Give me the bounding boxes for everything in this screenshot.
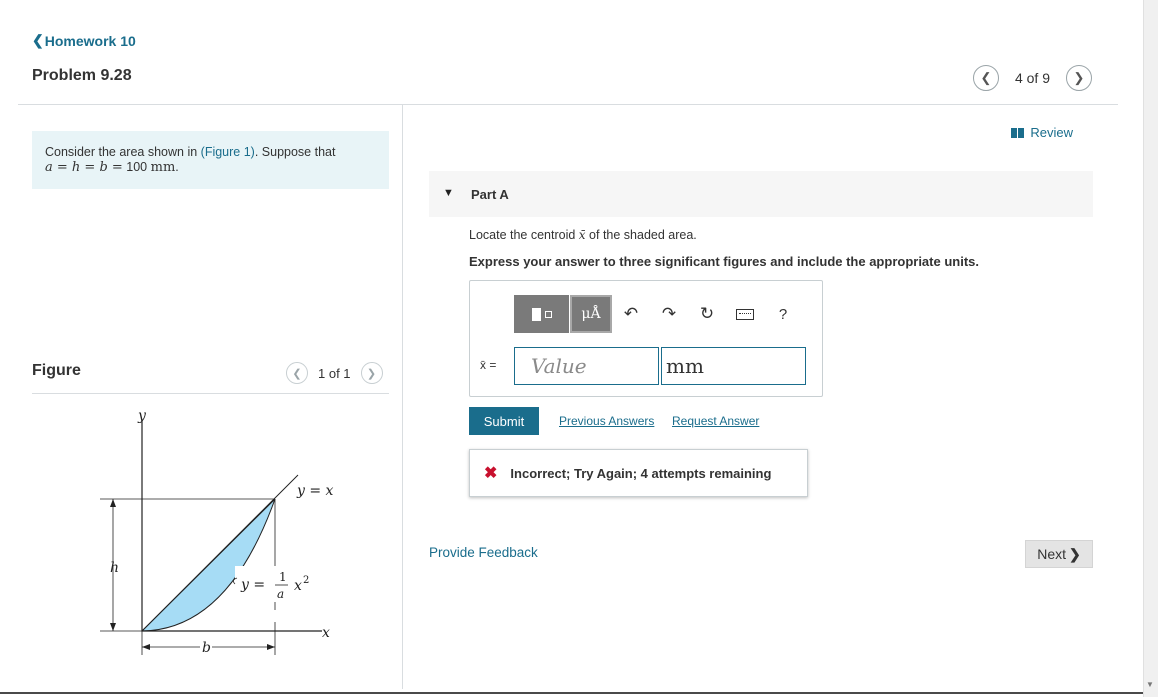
pager-text: 4 of 9 [1014,70,1050,86]
chevron-left-icon: ❮ [980,70,992,85]
column-divider [402,104,403,689]
figure-divider [32,393,389,394]
scrollbar[interactable] [1143,0,1158,697]
book-icon [1011,127,1025,138]
previous-answers-link[interactable]: Previous Answers [559,414,654,428]
undo-icon[interactable]: ↶ [612,295,650,333]
chevron-left-icon: ❮ [292,367,302,380]
bottom-border [0,692,1143,694]
equation-unit: mm [150,160,176,175]
chevron-left-icon: ❮ [32,32,44,48]
feedback-text: Incorrect; Try Again; 4 attempts remaini… [510,465,772,481]
back-link-label: Homework 10 [44,32,136,49]
y-axis-label: y [137,408,147,424]
question-var: x̄ [578,228,586,242]
provide-feedback-link[interactable]: Provide Feedback [429,545,538,560]
value-input[interactable] [514,347,659,385]
part-a-header[interactable] [429,171,1093,217]
help-button[interactable]: ? [764,295,802,333]
x-axis-label: x [322,625,330,641]
chevron-right-icon: ❯ [1069,545,1081,562]
question-after: of the shaded area. [585,228,697,242]
unit-input[interactable] [661,347,806,385]
line-equation-label: y = x [296,483,334,499]
equation-value: 100 [126,160,148,174]
problem-pager: ❮ 4 of 9 ❯ [972,65,1092,91]
curve-equation-x: x [294,578,302,594]
scroll-down-icon[interactable]: ▼ [1146,680,1154,689]
figure-pager: ❮ 1 of 1 ❯ [286,362,383,384]
part-a-label: Part A [471,187,509,202]
figure-link[interactable]: (Figure 1) [201,145,255,159]
question-before: Locate the centroid [469,228,579,242]
figure-pager-text: 1 of 1 [318,365,351,381]
statement-text: Consider the area shown in [45,145,201,159]
question-text: Locate the centroid x̄ of the shaded are… [469,228,697,242]
curve-equation-num: 1 [279,570,287,584]
math-toolbar: μÅ ↶ ↷ ↻ ? [514,295,802,333]
submit-button[interactable]: Submit [469,407,539,435]
reset-icon[interactable]: ↻ [688,295,726,333]
problem-title: Problem 9.28 [32,67,132,84]
keyboard-icon [736,308,754,320]
statement-text-after: . Suppose that [254,145,336,159]
redo-icon[interactable]: ↷ [650,295,688,333]
curve-equation-den: a [277,587,284,601]
error-x-icon: ✖ [484,465,498,482]
variable-label: x̄ = [480,358,497,372]
back-to-homework-link[interactable]: ❮ Homework 10 [32,32,136,49]
collapse-triangle-icon[interactable]: ▼ [443,187,454,199]
equation-period: . [175,160,179,174]
b-label: b [202,640,211,656]
review-label: Review [1030,125,1073,140]
keyboard-icon-button[interactable] [726,295,764,333]
next-label: Next [1037,546,1067,562]
prev-problem-button[interactable]: ❮ [972,65,999,91]
feedback-message: ✖ Incorrect; Try Again; 4 attempts remai… [469,449,808,497]
problem-statement: Consider the area shown in (Figure 1). S… [32,131,389,189]
next-button[interactable]: Next ❯ [1025,540,1093,568]
figure-diagram: y x y = x h b y = 1 a x 2 [100,408,334,656]
chevron-right-icon: ❯ [366,367,377,380]
template-block-icon [531,307,541,321]
next-figure-button[interactable]: ❯ [360,362,383,384]
prev-figure-button[interactable]: ❮ [286,362,308,384]
review-link[interactable]: Review [1011,125,1073,140]
curve-equation-lhs: y = [240,577,265,593]
figure-title: Figure [32,362,81,379]
request-answer-link[interactable]: Request Answer [672,414,759,428]
next-problem-button[interactable]: ❯ [1066,65,1092,91]
h-label: h [110,560,119,576]
units-button[interactable]: μÅ [570,295,612,333]
header-divider [18,104,1118,105]
template-box-icon [544,310,552,318]
instruction-text: Express your answer to three significant… [469,254,979,269]
equation-vars: a = h = b = [45,160,123,175]
templates-button[interactable] [514,295,570,333]
curve-equation-exp: 2 [303,575,309,586]
chevron-right-icon: ❯ [1073,70,1085,85]
